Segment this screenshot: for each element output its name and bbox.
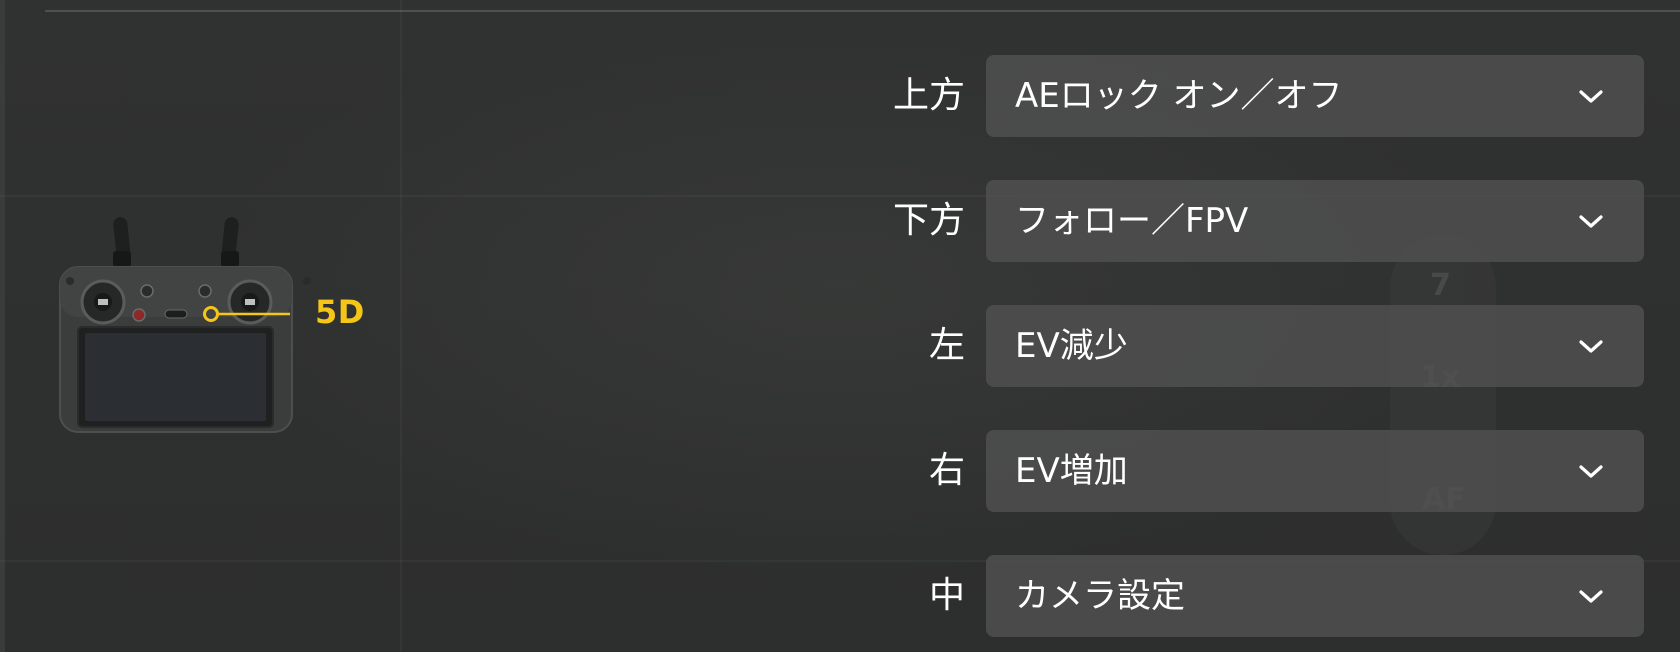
dropdown-left[interactable]: EV減少 [986, 305, 1644, 387]
row-label-right: 右 [928, 450, 965, 491]
dropdown-value-down: フォロー／FPV [1015, 201, 1249, 241]
chevron-down-icon [1579, 465, 1603, 478]
row-label-up: 上方 [892, 75, 965, 116]
dropdown-value-left: EV減少 [1015, 326, 1128, 366]
setting-row-right: 右 EV増加 [0, 430, 1680, 512]
five-d-button-settings-screen: 7 1x AF 5D [0, 0, 1680, 652]
dropdown-value-right: EV増加 [1015, 451, 1128, 491]
top-divider [45, 10, 1680, 12]
chevron-down-icon [1579, 590, 1603, 603]
dropdown-right[interactable]: EV増加 [986, 430, 1644, 512]
chevron-down-icon [1579, 90, 1603, 103]
setting-row-down: 下方 フォロー／FPV [0, 180, 1680, 262]
dropdown-value-center: カメラ設定 [1015, 576, 1185, 616]
dropdown-value-up: AEロック オン／オフ [1015, 76, 1343, 116]
setting-row-center: 中 カメラ設定 [0, 555, 1680, 637]
chevron-down-icon [1579, 340, 1603, 353]
row-label-left: 左 [928, 325, 965, 366]
row-label-down: 下方 [892, 200, 965, 241]
chevron-down-icon [1579, 215, 1603, 228]
dropdown-down[interactable]: フォロー／FPV [986, 180, 1644, 262]
setting-row-up: 上方 AEロック オン／オフ [0, 55, 1680, 137]
row-label-center: 中 [928, 575, 965, 616]
dropdown-up[interactable]: AEロック オン／オフ [986, 55, 1644, 137]
background-ghost-text: 7 [1430, 268, 1451, 303]
dropdown-center[interactable]: カメラ設定 [986, 555, 1644, 637]
setting-row-left: 左 EV減少 [0, 305, 1680, 387]
